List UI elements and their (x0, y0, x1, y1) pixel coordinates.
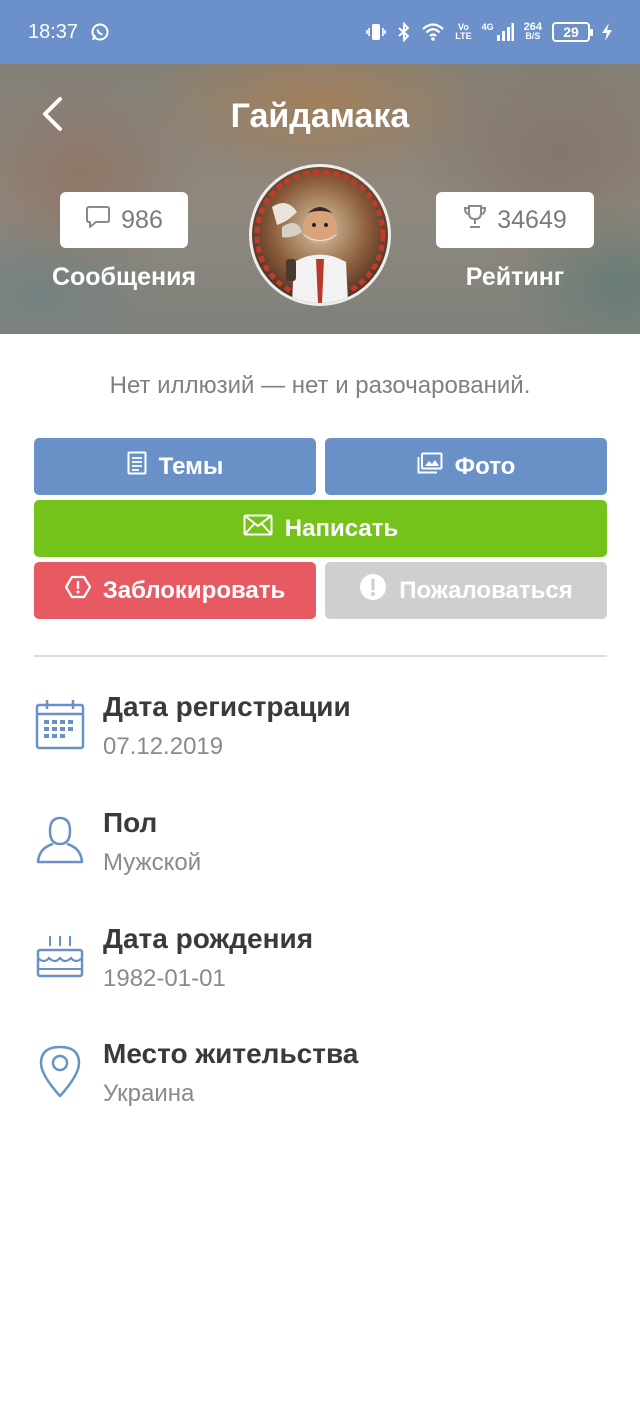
rating-count: 34649 (497, 205, 567, 234)
write-message-button[interactable]: Написать (34, 500, 607, 557)
info-label: Место жительства (103, 1038, 359, 1069)
info-value: Украина (103, 1080, 195, 1107)
bluetooth-icon (397, 22, 411, 42)
network-speed: 264 B/S (524, 22, 542, 41)
rating-label: Рейтинг (465, 263, 565, 291)
messages-count: 986 (121, 205, 163, 234)
photo-label: Фото (454, 452, 516, 480)
status-bar: 18:37 Vo LTE 4G 264 B/S 29 (0, 0, 640, 64)
whatsapp-icon (90, 22, 110, 42)
photo-button[interactable]: Фото (325, 438, 607, 495)
info-label: Пол (103, 807, 158, 838)
battery-icon: 29 (552, 22, 593, 42)
info-label: Дата рождения (103, 923, 314, 954)
write-label: Написать (284, 514, 399, 542)
calendar-icon (34, 696, 86, 752)
trophy-icon (463, 204, 487, 237)
rating-count-box[interactable]: 34649 (436, 192, 594, 248)
profile-header: Гайдамака 986 Сообщения 34649 Рейтинг (0, 64, 640, 334)
info-row-registration-date: Дата регистрации 07.12.2019 (34, 690, 607, 780)
rating-stat[interactable]: 34649 Рейтинг (436, 192, 594, 292)
info-value: 1982-01-01 (103, 965, 226, 992)
exclamation-circle-icon (359, 573, 387, 608)
report-label: Пожаловаться (399, 576, 573, 604)
document-icon (127, 451, 147, 482)
divider (34, 655, 607, 657)
volte-icon: Vo LTE (455, 23, 471, 41)
images-icon (417, 452, 443, 481)
info-row-gender: Пол Мужской (34, 806, 607, 896)
chat-bubble-icon (85, 205, 111, 236)
wifi-icon (421, 22, 445, 42)
messages-label: Сообщения (51, 263, 197, 291)
info-value: Мужской (103, 849, 202, 876)
page-title: Гайдамака (230, 97, 410, 135)
messages-stat[interactable]: 986 Сообщения (52, 192, 196, 292)
clock: 18:37 (28, 20, 79, 43)
user-icon (34, 812, 86, 868)
battery-level: 29 (563, 24, 579, 40)
block-label: Заблокировать (102, 576, 286, 604)
vibrate-icon (365, 22, 387, 42)
topics-button[interactable]: Темы (34, 438, 316, 495)
envelope-icon (243, 514, 273, 543)
topics-label: Темы (158, 452, 224, 480)
location-pin-icon (34, 1043, 86, 1099)
avatar[interactable] (249, 164, 391, 306)
signal-4g-icon: 4G (482, 23, 514, 41)
info-row-birth-date: Дата рождения 1982-01-01 (34, 922, 607, 1012)
speed-unit: B/S (525, 31, 541, 41)
net-type: 4G (481, 22, 494, 32)
cake-icon (34, 928, 86, 984)
block-hexagon-icon (64, 575, 91, 606)
charging-icon (600, 22, 614, 42)
report-button[interactable]: Пожаловаться (325, 562, 607, 619)
info-row-residence: Место жительства Украина (34, 1037, 607, 1127)
messages-count-box[interactable]: 986 (60, 192, 188, 248)
volte-bottom: LTE (455, 31, 472, 41)
block-button[interactable]: Заблокировать (34, 562, 316, 619)
info-value: 07.12.2019 (103, 733, 224, 760)
info-label: Дата регистрации (103, 691, 351, 722)
profile-status: Нет иллюзий — нет и разочарований. (109, 372, 531, 399)
